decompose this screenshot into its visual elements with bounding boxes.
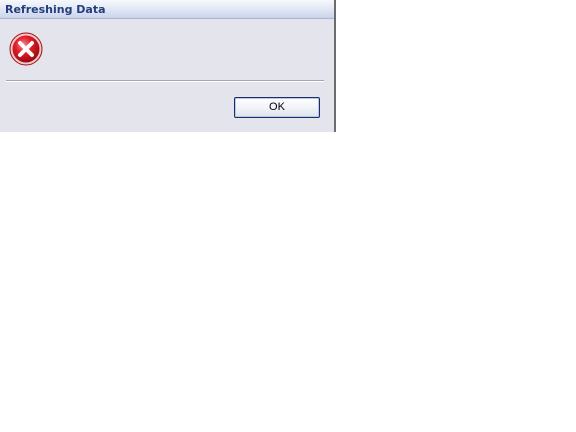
dialog-title: Refreshing Data [5, 3, 106, 16]
title-bar[interactable]: Refreshing Data [0, 0, 334, 19]
error-dialog: Refreshing Data OK [0, 0, 336, 132]
ok-button[interactable]: OK [234, 97, 320, 118]
separator [6, 80, 324, 82]
error-icon [9, 32, 43, 66]
